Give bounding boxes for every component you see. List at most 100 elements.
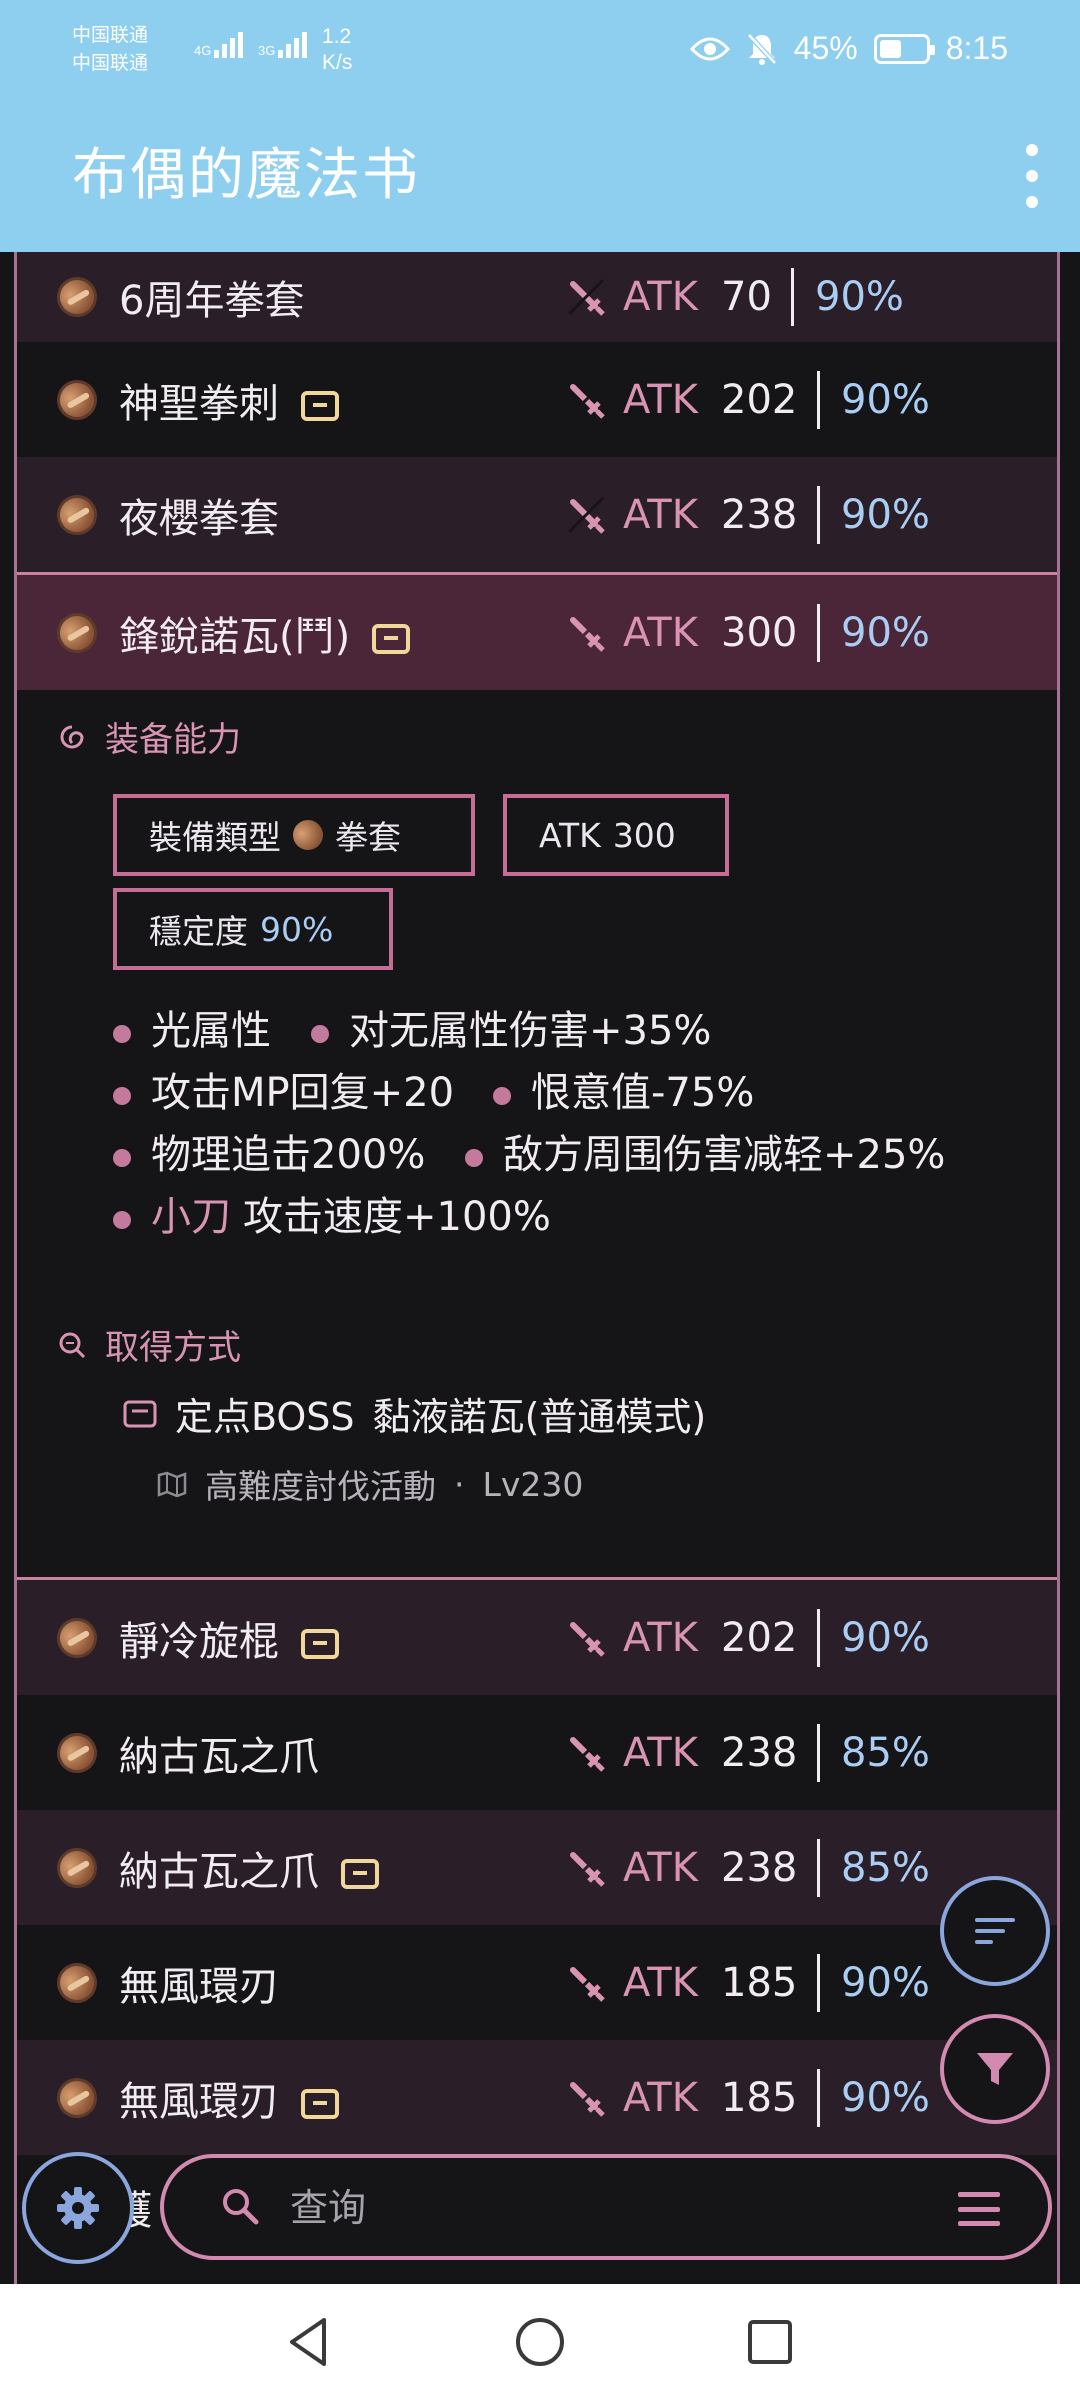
bullet-dot xyxy=(311,1025,329,1043)
bullet-dot xyxy=(493,1087,511,1105)
bullet-dot xyxy=(113,1087,131,1105)
overflow-menu-icon[interactable] xyxy=(1012,144,1052,208)
sword-icon xyxy=(567,278,605,316)
status-bar: 中国联通 中国联通 4G 3G 1.2 K/s 45% 8:15 xyxy=(0,0,1080,100)
weapon-name: 靜冷旋棍 xyxy=(119,1609,339,1667)
sword-icon xyxy=(567,381,605,419)
search-bar[interactable] xyxy=(160,2154,1052,2260)
atk-label: ATK xyxy=(623,2074,698,2121)
settings-button[interactable] xyxy=(22,2152,134,2264)
bullet-dot xyxy=(113,1211,131,1229)
column-divider xyxy=(817,603,820,662)
knuckle-weapon-icon xyxy=(49,2070,105,2125)
stability-value: 90% xyxy=(841,491,930,538)
stability-value: 90% xyxy=(841,1959,930,2006)
back-icon[interactable] xyxy=(280,2312,340,2372)
weapon-name-text: 鋒銳諾瓦(鬥) xyxy=(119,613,351,660)
obtain-heading: 取得方式 xyxy=(57,1320,241,1369)
gear-icon xyxy=(57,2187,99,2229)
level: Lv230 xyxy=(482,1464,584,1504)
knuckle-weapon-icon xyxy=(49,1840,105,1895)
weapon-name-text: 靜冷旋棍 xyxy=(119,1618,279,1665)
attr-item: 攻击MP回复+20 xyxy=(113,1060,454,1118)
app-bar: 布偶的魔法书 xyxy=(0,100,1080,252)
stability-value: 90% xyxy=(841,2074,930,2121)
recents-icon[interactable] xyxy=(740,2312,800,2372)
weapon-name-text: 神聖拳刺 xyxy=(119,380,279,427)
column-divider xyxy=(817,1608,820,1667)
attr-text: 敌方周围伤害减轻+25% xyxy=(503,1132,946,1178)
weapon-row[interactable]: 納古瓦之爪 ATK 238 85% xyxy=(17,1810,1057,1925)
attr-prefix: 小刀 xyxy=(151,1194,231,1240)
filter-button[interactable] xyxy=(940,2014,1050,2124)
search-input[interactable] xyxy=(290,2176,890,2240)
weapon-name: 納古瓦之爪 xyxy=(119,1839,379,1897)
knuckle-weapon-icon xyxy=(287,814,329,856)
chip-type-label: 裝備類型 xyxy=(149,818,281,857)
attr-item: 敌方周围伤害减轻+25% xyxy=(465,1122,945,1180)
atk-label: ATK xyxy=(623,1614,698,1661)
speed-unit: K/s xyxy=(322,51,353,74)
weapon-name: 無風環刃 xyxy=(119,2069,339,2127)
atk-label: ATK xyxy=(623,1844,698,1891)
atk-label: ATK xyxy=(623,1729,698,1776)
weapon-name: 鋒銳諾瓦(鬥) xyxy=(119,604,411,662)
battery-percent: 45% xyxy=(793,30,858,66)
sort-icon xyxy=(975,1918,1015,1944)
column-divider xyxy=(817,370,820,429)
carrier-info: 中国联通 中国联通 xyxy=(72,22,148,78)
sort-button[interactable] xyxy=(940,1876,1050,1986)
box-icon xyxy=(123,1400,157,1427)
weapon-row-selected[interactable]: 鋒銳諾瓦(鬥) ATK 300 90% xyxy=(17,572,1057,690)
search-icon xyxy=(223,2189,259,2225)
stability-value: 90% xyxy=(815,274,904,320)
atk-label: ATK xyxy=(623,274,698,320)
weapon-row[interactable]: 夜櫻拳套 ATK 238 90% xyxy=(17,457,1057,572)
knuckle-weapon-icon xyxy=(49,487,105,542)
signal-1-icon: 4G xyxy=(194,28,244,58)
weapon-row[interactable]: 納古瓦之爪 ATK 238 85% xyxy=(17,1695,1057,1810)
attr-text: 光属性 xyxy=(151,1008,271,1054)
sword-icon xyxy=(567,614,605,652)
stability-value: 85% xyxy=(841,1729,930,1776)
home-icon[interactable] xyxy=(510,2312,570,2372)
weapon-row[interactable]: 神聖拳刺 ATK 202 90% xyxy=(17,342,1057,457)
weapon-name: 6周年拳套 xyxy=(119,278,305,324)
atk-value: 70 xyxy=(721,274,772,320)
swirl-icon xyxy=(60,725,84,748)
weapon-name-text: 納古瓦之爪 xyxy=(119,1848,319,1895)
stability-value: 85% xyxy=(841,1844,930,1891)
network-type-2: 3G xyxy=(258,43,276,58)
weapon-name-text: 無風環刃 xyxy=(119,2078,279,2125)
menu-icon[interactable] xyxy=(958,2192,1000,2226)
search-detail-icon xyxy=(59,1332,86,1358)
bullet-dot xyxy=(465,1149,483,1167)
knuckle-weapon-icon xyxy=(49,1725,105,1780)
weapon-name: 夜櫻拳套 xyxy=(119,495,279,542)
location-name: 高難度討伐活動 xyxy=(205,1467,436,1506)
map-icon xyxy=(157,1471,187,1497)
chip-atk-value: 300 xyxy=(612,815,676,855)
box-icon xyxy=(301,2088,339,2119)
attr-text: 攻击MP回复+20 xyxy=(151,1070,455,1116)
box-icon xyxy=(301,390,339,421)
bullet-dot xyxy=(113,1149,131,1167)
bell-muted-icon xyxy=(746,32,777,65)
atk-value: 185 xyxy=(721,2074,798,2121)
weapon-name: 納古瓦之爪 xyxy=(119,1733,319,1780)
obtain-heading-text: 取得方式 xyxy=(105,1328,241,1368)
weapon-row[interactable]: 6周年拳套 ATK 70 90% xyxy=(17,252,1057,342)
weapon-row[interactable]: 靜冷旋棍 ATK 202 90% xyxy=(17,1580,1057,1695)
sword-icon xyxy=(567,496,605,534)
knuckle-weapon-icon xyxy=(49,1610,105,1665)
attr-item: 光属性 xyxy=(113,998,271,1056)
weapon-list[interactable]: 6周年拳套 ATK 70 90% 神聖拳刺 ATK 202 90% 夜櫻拳套 A… xyxy=(14,252,1060,2284)
weapon-row[interactable]: 無風環刃 ATK 185 90% xyxy=(17,1925,1057,2040)
chip-stab-value: 90% xyxy=(260,909,334,949)
obtain-source: 定点BOSS 黏液諾瓦(普通模式) xyxy=(123,1386,706,1441)
atk-label: ATK xyxy=(623,376,698,423)
chip-type-value: 拳套 xyxy=(335,818,401,857)
weapon-row[interactable]: 無風環刃 ATK 185 90% xyxy=(17,2040,1057,2155)
carrier-2: 中国联通 xyxy=(72,53,149,74)
attr-text: 物理追击200% xyxy=(151,1132,426,1178)
